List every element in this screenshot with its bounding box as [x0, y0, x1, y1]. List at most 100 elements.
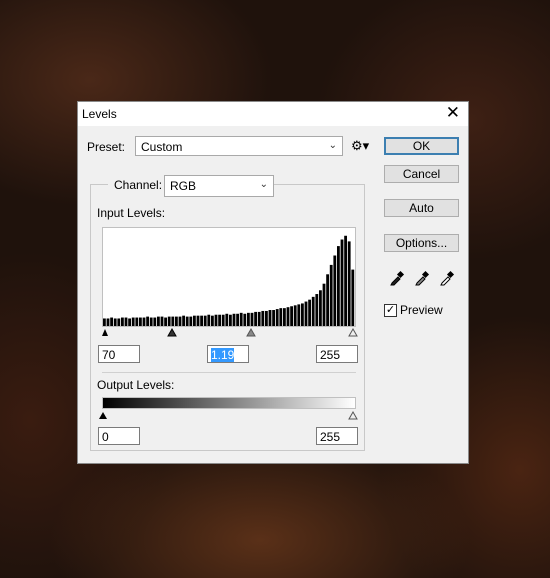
histogram-bar	[167, 316, 171, 326]
gray-eyedropper-icon[interactable]	[414, 270, 430, 289]
histogram-bar	[290, 306, 293, 326]
histogram-bar	[319, 290, 322, 326]
black-point-handle[interactable]	[102, 329, 108, 336]
histogram-bar	[113, 318, 117, 326]
output-levels-label: Output Levels:	[97, 378, 175, 392]
histogram-bar	[135, 317, 139, 326]
white-point-handle[interactable]	[348, 327, 358, 337]
histogram-bar	[239, 312, 243, 326]
channel-select[interactable]: RGB ⌄	[164, 175, 274, 197]
preview-checkbox[interactable]: ✓	[384, 304, 397, 317]
histogram-bar	[272, 310, 275, 326]
channel-label: Channel:	[108, 178, 169, 192]
gear-icon[interactable]: ⚙▾	[351, 138, 369, 154]
histogram-bar	[128, 318, 131, 326]
title-bar: Levels ✕	[78, 102, 468, 126]
histogram-bar	[221, 314, 225, 326]
histogram-bar	[279, 308, 283, 326]
output-white-field[interactable]: 255	[316, 427, 358, 445]
output-white-handle[interactable]	[348, 410, 358, 420]
histogram-bar	[218, 314, 221, 326]
checkmark-icon: ✓	[385, 304, 396, 316]
histogram-bar	[333, 255, 337, 326]
histogram-bar	[254, 311, 257, 326]
histogram-bar	[308, 299, 311, 326]
dialog-title: Levels	[82, 107, 117, 121]
histogram-bar	[301, 303, 304, 326]
histogram-bar	[247, 312, 250, 326]
histogram-bar	[326, 274, 329, 326]
cancel-button[interactable]: Cancel	[384, 165, 459, 183]
chevron-down-icon: ⌄	[328, 140, 337, 151]
input-gamma-value: 1.19	[211, 348, 235, 362]
histogram-bar	[203, 315, 207, 326]
histogram-bar	[106, 318, 110, 326]
histogram-bar	[164, 317, 167, 326]
histogram-bar	[149, 317, 153, 326]
input-levels-label: Input Levels:	[97, 206, 166, 220]
channel-value: RGB	[170, 179, 197, 193]
ok-button[interactable]: OK	[384, 137, 459, 155]
histogram-bar	[103, 318, 106, 326]
histogram-bar	[189, 316, 193, 326]
histogram-bar	[146, 316, 149, 326]
histogram-bar	[265, 310, 268, 326]
black-point-handle-active[interactable]	[167, 327, 177, 337]
auto-button[interactable]: Auto	[384, 199, 459, 217]
histogram-bar	[207, 314, 211, 326]
preset-label: Preset:	[87, 140, 126, 154]
histogram-bar	[286, 307, 290, 326]
output-gradient	[102, 397, 356, 409]
histogram-bar	[232, 313, 236, 326]
histogram-bar	[257, 311, 261, 326]
histogram-bar	[178, 316, 182, 326]
histogram-bar	[225, 313, 229, 326]
output-black-field[interactable]: 0	[98, 427, 140, 445]
input-gamma-field[interactable]: 1.19	[207, 345, 249, 363]
histogram-bar	[185, 316, 189, 326]
close-icon[interactable]: ✕	[446, 104, 460, 122]
output-slider[interactable]	[98, 409, 360, 421]
gamma-handle[interactable]	[246, 327, 256, 337]
histogram-bar	[243, 313, 247, 326]
histogram-bar	[293, 305, 297, 326]
output-black-handle[interactable]	[99, 412, 107, 419]
histogram	[102, 227, 356, 327]
histogram-bar	[196, 315, 200, 326]
histogram-bar	[250, 312, 254, 326]
histogram-bar	[304, 301, 308, 326]
histogram-bar	[139, 317, 142, 326]
preview-label: Preview	[400, 303, 443, 317]
histogram-bar	[315, 294, 319, 326]
histogram-bar	[337, 246, 340, 326]
options-button[interactable]: Options...	[384, 234, 459, 252]
histogram-bar	[157, 316, 160, 326]
preset-select[interactable]: Custom ⌄	[135, 136, 343, 156]
histogram-bar	[131, 317, 135, 326]
preset-value: Custom	[141, 140, 183, 154]
black-eyedropper-icon[interactable]	[389, 270, 405, 289]
histogram-bar	[236, 313, 239, 326]
histogram-bar	[182, 315, 185, 326]
histogram-bar	[124, 317, 128, 326]
input-white-field[interactable]: 255	[316, 345, 358, 363]
histogram-bar	[117, 318, 121, 326]
histogram-bar	[275, 309, 279, 326]
histogram-bar	[175, 316, 178, 326]
histogram-bar	[110, 317, 113, 326]
histogram-bar	[340, 239, 344, 326]
input-black-field[interactable]: 70	[98, 345, 140, 363]
histogram-bar	[311, 296, 315, 326]
histogram-bar	[121, 317, 124, 326]
histogram-bar	[193, 315, 196, 326]
histogram-bar	[268, 310, 272, 326]
histogram-bar	[261, 310, 265, 326]
histogram-bar	[171, 316, 175, 326]
histogram-bar	[153, 317, 157, 326]
histogram-bar	[160, 316, 164, 326]
white-eyedropper-icon[interactable]	[439, 270, 455, 289]
levels-dialog: Levels ✕ Preset: Custom ⌄ ⚙▾ OK Cancel A…	[77, 101, 469, 464]
input-slider[interactable]	[98, 326, 360, 338]
histogram-bar	[351, 269, 355, 326]
histogram-bar	[283, 308, 286, 326]
